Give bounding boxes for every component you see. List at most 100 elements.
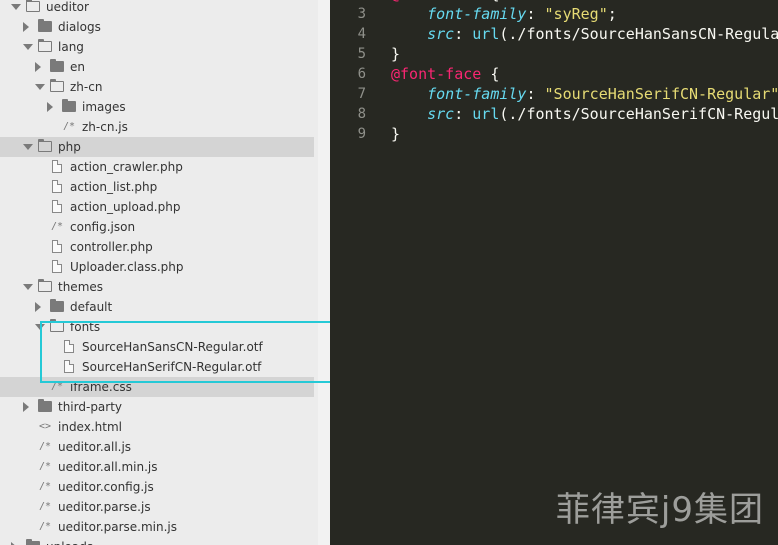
chevron-down-icon[interactable] [23,44,33,50]
tree-file[interactable]: /* ueditor.parse.min.js [0,517,314,537]
tree-file[interactable]: SourceHanSerifCN-Regular.otf [0,357,314,377]
tree-file[interactable]: /* zh-cn.js [0,117,314,137]
chevron-right-icon[interactable] [23,22,29,32]
file-icon [64,360,74,373]
watermark: 菲律宾j9集团 [555,490,764,530]
tree-file[interactable]: <> index.html [0,417,314,437]
file-icon [64,340,74,353]
code-token: { [481,65,500,83]
chevron-down-icon[interactable] [23,284,33,290]
sidebar-scrollbar[interactable] [318,0,330,545]
tree-file[interactable]: action_crawler.php [0,157,314,177]
chevron-right-icon[interactable] [23,402,29,412]
folder-open-icon [49,78,64,92]
folder-open-icon [37,38,52,52]
tree-file[interactable]: action_list.php [0,177,314,197]
code-file-icon: /* [39,441,52,452]
tree-item-label: action_upload.php [70,200,181,214]
tree-file[interactable]: /* ueditor.all.min.js [0,457,314,477]
tree-folder[interactable]: en [0,57,314,77]
code-token: : [526,5,545,23]
tree-folder[interactable]: third-party [0,397,314,417]
folder-icon [62,99,76,112]
tree-folder[interactable]: images [0,97,314,117]
chevron-down-icon[interactable] [11,4,21,10]
tree-file[interactable]: /* ueditor.all.js [0,437,314,457]
code-file-icon: /* [39,521,52,532]
tree-item-label: ueditor.parse.min.js [58,520,178,534]
tree-folder[interactable]: fonts [0,317,314,337]
tree-item-label: SourceHanSansCN-Regular.otf [82,340,263,354]
tree-folder[interactable]: php [0,137,314,157]
tree-file[interactable]: action_upload.php [0,197,314,217]
tree-folder[interactable]: zh-cn [0,77,314,97]
tree-item-label: ueditor [46,0,89,14]
folder-open-icon [37,138,52,152]
tree-item-label: action_crawler.php [70,160,183,174]
tree-file[interactable]: controller.php [0,237,314,257]
folder-icon [38,19,52,32]
chevron-right-icon[interactable] [47,102,53,112]
tree-folder[interactable]: lang [0,37,314,57]
code-line[interactable]: src: url(./fonts/SourceHanSansCN-Regular… [391,24,778,44]
tree-item-label: dialogs [58,20,101,34]
code-token: url [472,105,500,123]
tree-item-label: index.html [58,420,122,434]
code-line[interactable]: src: url(./fonts/SourceHanSerifCN-Regula… [391,104,778,124]
line-number: 4 [357,26,366,42]
code-line[interactable]: @font-face { [391,64,499,84]
tree-item-label: ueditor.all.js [58,440,132,454]
tree-file[interactable]: /* config.json [0,217,314,237]
tree-item-label: ueditor.all.min.js [58,460,158,474]
tree-folder[interactable]: themes [0,277,314,297]
tree-file[interactable]: SourceHanSansCN-Regular.otf [0,337,314,357]
folder-open-icon [49,318,64,332]
code-editor[interactable]: 菲律宾j9集团 3 font-family: "syReg"; 4 src: ur… [330,0,778,545]
tree-file[interactable]: /* ueditor.config.js [0,477,314,497]
folder-icon [38,399,52,412]
chevron-down-icon[interactable] [35,324,45,330]
code-token: (./fonts/SourceHanSansCN-Regular.otf); [499,25,778,43]
folder-icon [50,59,64,72]
line-number: 5 [357,46,366,62]
tree-folder[interactable]: uploads [0,537,314,545]
tree-item-label: uploads [46,537,93,545]
tree-file[interactable]: /* iframe.css [0,377,314,397]
code-token: "syReg" [544,5,608,23]
tree-item-label: iframe.css [70,380,132,394]
chevron-right-icon[interactable] [35,62,41,72]
code-line[interactable]: } [391,44,400,64]
tree-folder[interactable]: dialogs [0,17,314,37]
tree-item-label: ueditor.config.js [58,480,154,494]
code-line-partial: @font-face { [391,0,499,4]
file-icon [52,180,62,193]
file-icon [52,160,62,173]
tree-file[interactable]: /* ueditor.parse.js [0,497,314,517]
line-number: 7 [357,86,366,102]
tree-item-label: zh-cn.js [82,120,128,134]
tree-item-label: images [82,100,126,114]
tree-file[interactable]: Uploader.class.php [0,257,314,277]
tree-item-label: ueditor.parse.js [58,500,151,514]
code-token: ; [607,5,617,23]
code-line[interactable]: } [391,124,400,144]
tree-item-label: third-party [58,400,123,414]
code-token: } [391,45,401,63]
tree-folder[interactable]: default [0,297,314,317]
tree-item-label: Uploader.class.php [70,260,184,274]
code-token: font-family [427,85,527,103]
code-line[interactable]: font-family: "SourceHanSerifCN-Regular"; [391,84,778,104]
tree-item-label: en [70,60,85,74]
code-line[interactable]: font-family: "syReg"; [391,4,617,24]
chevron-down-icon[interactable] [23,144,33,150]
chevron-right-icon[interactable] [35,302,41,312]
tree-item-label: config.json [70,220,136,234]
code-token: (./fonts/SourceHanSerifCN-Regular.otf); [499,105,778,123]
tree-item-label: default [70,300,113,314]
tree-item-label: php [58,140,81,154]
chevron-down-icon[interactable] [35,84,45,90]
tree-folder[interactable]: ueditor [0,0,314,17]
